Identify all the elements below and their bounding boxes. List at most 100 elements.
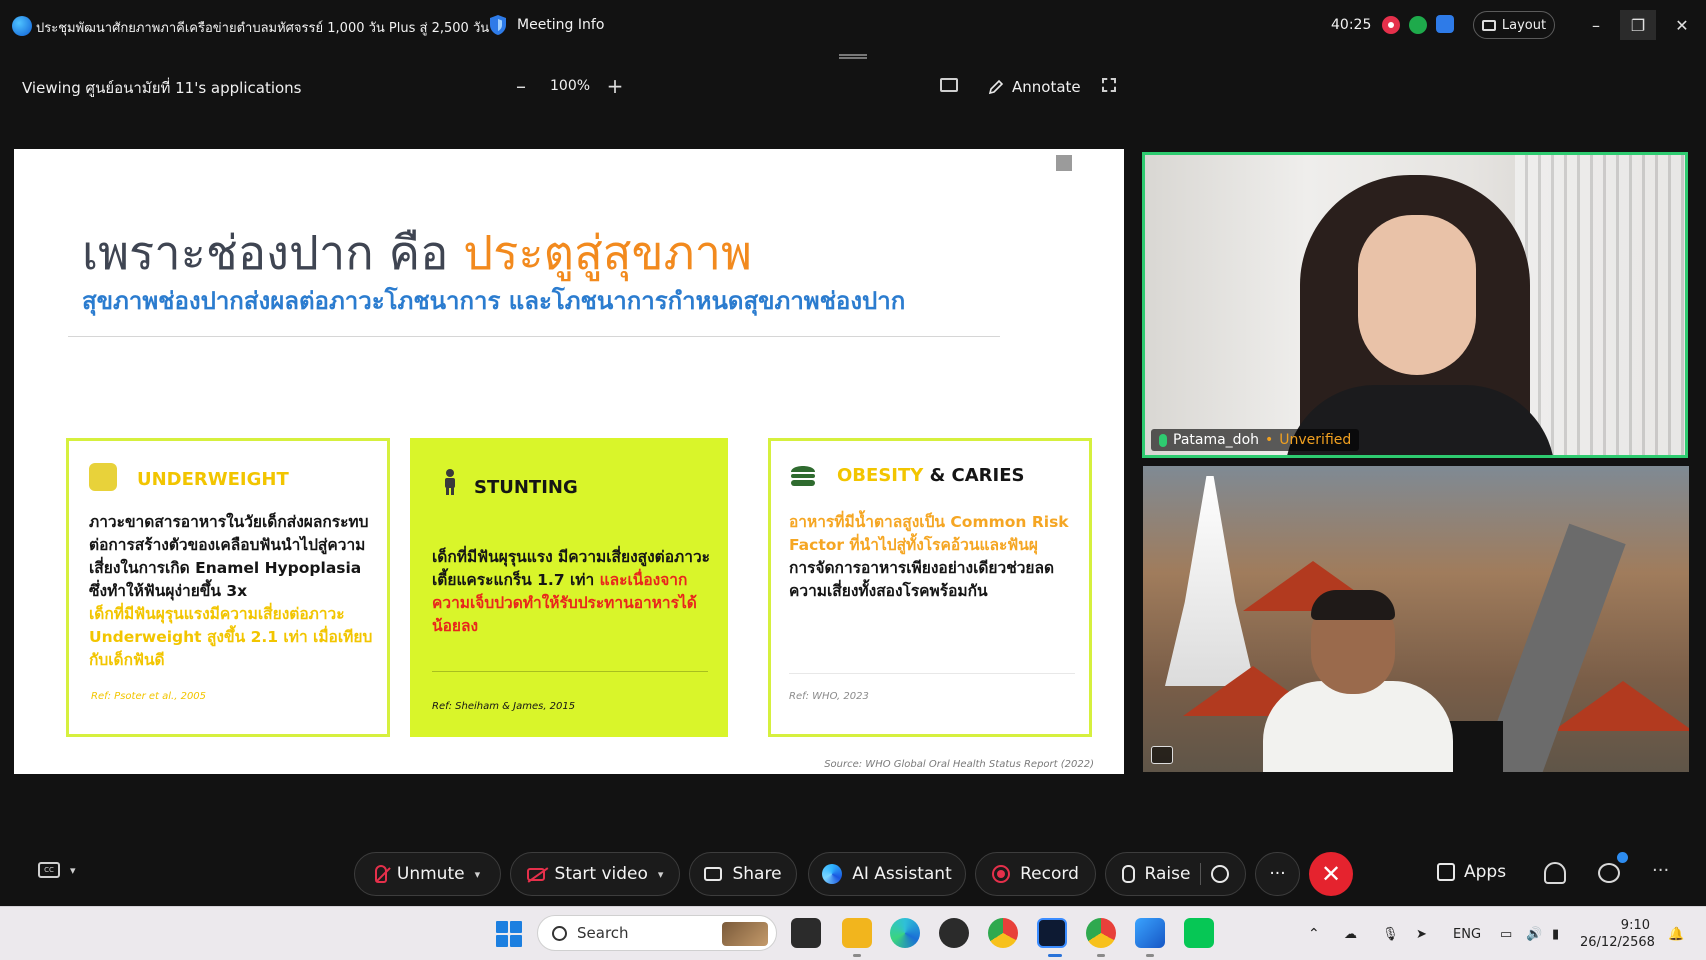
drag-handle[interactable] <box>839 54 867 59</box>
zoom-in-button[interactable]: + <box>605 74 625 98</box>
running-indicator <box>853 954 861 957</box>
captions-icon: CC <box>38 862 60 878</box>
windows-start-icon[interactable] <box>496 921 522 947</box>
raise-label: Raise <box>1144 864 1191 884</box>
running-indicator <box>1097 954 1105 957</box>
recording-indicator-icon[interactable] <box>1382 16 1400 34</box>
start-video-button[interactable]: Start video ▾ <box>510 852 680 896</box>
participants-icon[interactable] <box>1544 862 1566 884</box>
clock-date: 26/12/2568 <box>1580 935 1655 950</box>
record-icon <box>992 865 1011 883</box>
background-window <box>1515 155 1685 455</box>
photos-icon[interactable] <box>1135 918 1165 948</box>
captions-button[interactable]: CC ▾ <box>38 862 76 878</box>
search-placeholder: Search <box>577 924 629 942</box>
running-indicator <box>1146 954 1154 957</box>
screen-share-icon[interactable] <box>1151 746 1173 764</box>
chat-icon[interactable] <box>1598 863 1620 883</box>
chrome-icon[interactable] <box>988 918 1018 948</box>
notifications-icon[interactable]: 🔔 <box>1668 907 1684 960</box>
chevron-down-icon: ▾ <box>70 863 76 877</box>
unmute-button[interactable]: Unmute ▾ <box>354 852 501 896</box>
card-heading-rest: & CARIES <box>923 465 1025 486</box>
viewing-label: Viewing ศูนย์อนามัยที่ 11's applications <box>22 79 302 97</box>
annotate-button[interactable]: Annotate <box>988 78 1081 96</box>
start-video-label: Start video <box>554 864 648 884</box>
participants-status-icon[interactable] <box>1436 15 1454 33</box>
meeting-info-link[interactable]: Meeting Info <box>517 17 604 33</box>
chevron-down-icon[interactable]: ▾ <box>475 868 481 881</box>
edge-icon[interactable] <box>890 918 920 948</box>
card-heading: OBESITY & CARIES <box>837 465 1025 486</box>
tray-overflow-icon[interactable]: ⌃ <box>1308 907 1320 960</box>
search-icon <box>552 925 567 941</box>
card-reference: Ref: WHO, 2023 <box>789 691 869 702</box>
ai-assistant-label: AI Assistant <box>852 864 952 884</box>
unmute-label: Unmute <box>396 864 465 884</box>
participant-face <box>1358 215 1476 375</box>
card-body: อาหารที่มีน้ำตาลสูงเป็น Common Risk Fact… <box>789 511 1085 603</box>
child-icon <box>445 469 455 495</box>
close-window-button[interactable]: ✕ <box>1664 10 1700 40</box>
reactions-icon[interactable] <box>1211 865 1230 883</box>
zoom-out-button[interactable]: – <box>511 74 531 98</box>
end-call-button[interactable]: ✕ <box>1309 852 1353 896</box>
participant-video-self[interactable] <box>1143 466 1689 772</box>
fullscreen-icon[interactable] <box>1102 78 1116 92</box>
system-clock[interactable]: 9:10 26/12/2568 <box>1580 917 1655 951</box>
layout-button[interactable]: Layout <box>1473 11 1555 39</box>
expand-icon[interactable] <box>1056 155 1072 171</box>
audio-status-icon[interactable] <box>1409 16 1427 34</box>
more-panels-button[interactable]: ··· <box>1652 860 1669 881</box>
webex-icon[interactable] <box>1037 918 1067 948</box>
more-options-button[interactable]: ··· <box>1255 852 1300 896</box>
participant-video-active-speaker[interactable]: Patama_doh • Unverified <box>1142 152 1688 458</box>
card-highlight-text: เด็กที่มีฟันผุรุนแรงมีความเสี่ยงต่อภาวะ … <box>89 605 373 669</box>
slide-subtitle: สุขภาพช่องปากส่งผลต่อภาวะโภชนาการ และโภช… <box>82 287 906 315</box>
search-highlight-image <box>722 922 768 946</box>
battery-icon[interactable]: ▮ <box>1552 907 1559 960</box>
record-button[interactable]: Record <box>975 852 1096 896</box>
volume-icon[interactable]: 🔊 <box>1526 907 1542 960</box>
apps-icon <box>1437 863 1455 881</box>
zoom-level: 100% <box>550 78 591 94</box>
raise-hand-button[interactable]: Raise <box>1105 852 1246 896</box>
file-explorer-icon[interactable] <box>842 918 872 948</box>
mic-muted-tray-icon[interactable]: 🎙 <box>1382 907 1399 960</box>
onedrive-off-icon[interactable]: ☁ <box>1344 907 1357 960</box>
language-indicator[interactable]: ENG <box>1453 907 1481 960</box>
card-highlight-text: อาหารที่มีน้ำตาลสูงเป็น Common Risk Fact… <box>789 513 1069 554</box>
restore-button[interactable]: ❐ <box>1620 10 1656 40</box>
card-reference: Ref: Psoter et al., 2005 <box>91 691 207 702</box>
shared-slide: เพราะช่องปาก คือ ประตูสู่สุขภาพ สุขภาพช่… <box>14 149 1124 774</box>
location-icon[interactable]: ➤ <box>1416 907 1427 960</box>
ai-assistant-button[interactable]: AI Assistant <box>808 852 966 896</box>
meeting-title: ประชุมพัฒนาศักยภาพภาคีเครือข่ายตำบลมหัศจ… <box>36 21 490 36</box>
annotate-label: Annotate <box>1012 78 1081 96</box>
participant-name-tag: Patama_doh • Unverified <box>1151 429 1360 451</box>
taskbar-search[interactable]: Search <box>537 915 777 951</box>
burger-icon <box>791 466 815 486</box>
line-icon[interactable] <box>1184 918 1214 948</box>
apps-button[interactable]: Apps <box>1437 862 1506 882</box>
share-icon <box>704 867 723 881</box>
minimize-button[interactable]: – <box>1578 10 1614 40</box>
network-icon[interactable]: ▭ <box>1500 907 1512 960</box>
obs-icon[interactable] <box>939 918 969 948</box>
layout-icon <box>1481 19 1496 31</box>
share-button[interactable]: Share <box>689 852 797 896</box>
card-heading: STUNTING <box>474 477 578 498</box>
divider <box>1200 863 1202 885</box>
task-view-icon[interactable] <box>791 918 821 948</box>
participant-body <box>1263 681 1453 772</box>
chevron-down-icon[interactable]: ▾ <box>658 868 664 881</box>
temple-roof <box>1553 681 1689 731</box>
slide-title-accent: ประตูสู่สุขภาพ <box>463 226 752 281</box>
card-divider <box>432 671 708 672</box>
remote-control-icon[interactable] <box>940 78 958 92</box>
chrome-profile-icon[interactable] <box>1086 918 1116 948</box>
layout-label: Layout <box>1501 17 1547 33</box>
shield-icon[interactable] <box>489 14 507 36</box>
chat-notification-badge <box>1617 852 1628 863</box>
card-divider <box>789 673 1075 674</box>
